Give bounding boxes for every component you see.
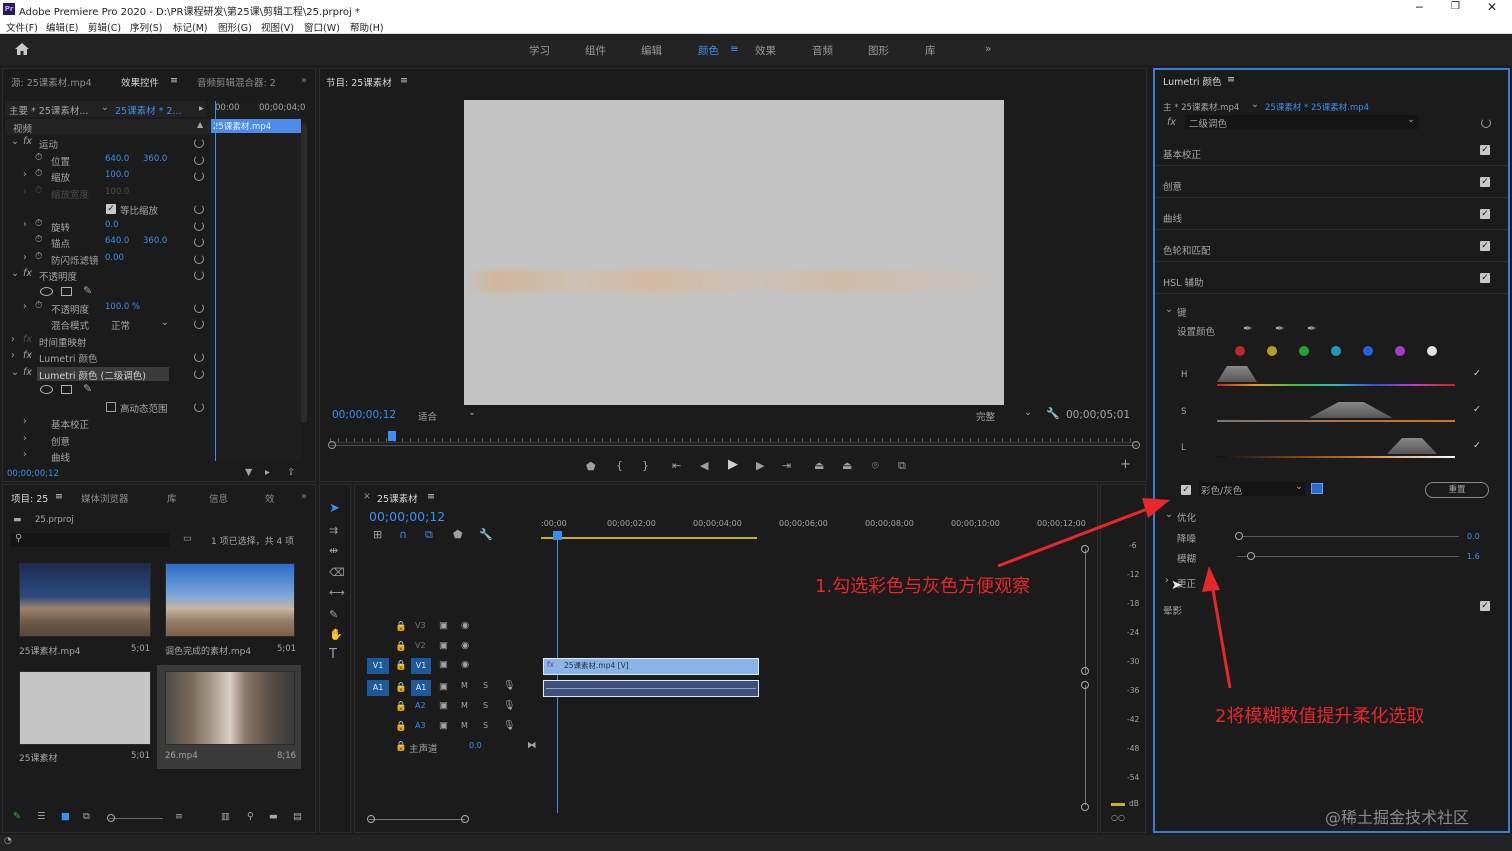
annotation-arrow-2: [1210, 583, 1232, 689]
status-bar: ◔: [0, 835, 1512, 851]
annotation-arrowhead-2: [1202, 566, 1220, 592]
annotation-text-1: 1.勾选彩色与灰色方便观察: [815, 576, 1031, 597]
status-icon: ◔: [4, 836, 12, 846]
annotation-text-2: 2将模糊数值提升柔化选取: [1215, 706, 1425, 727]
annotation-arrow-1: [997, 506, 1151, 568]
annotation-arrowhead-1: [1142, 498, 1170, 518]
